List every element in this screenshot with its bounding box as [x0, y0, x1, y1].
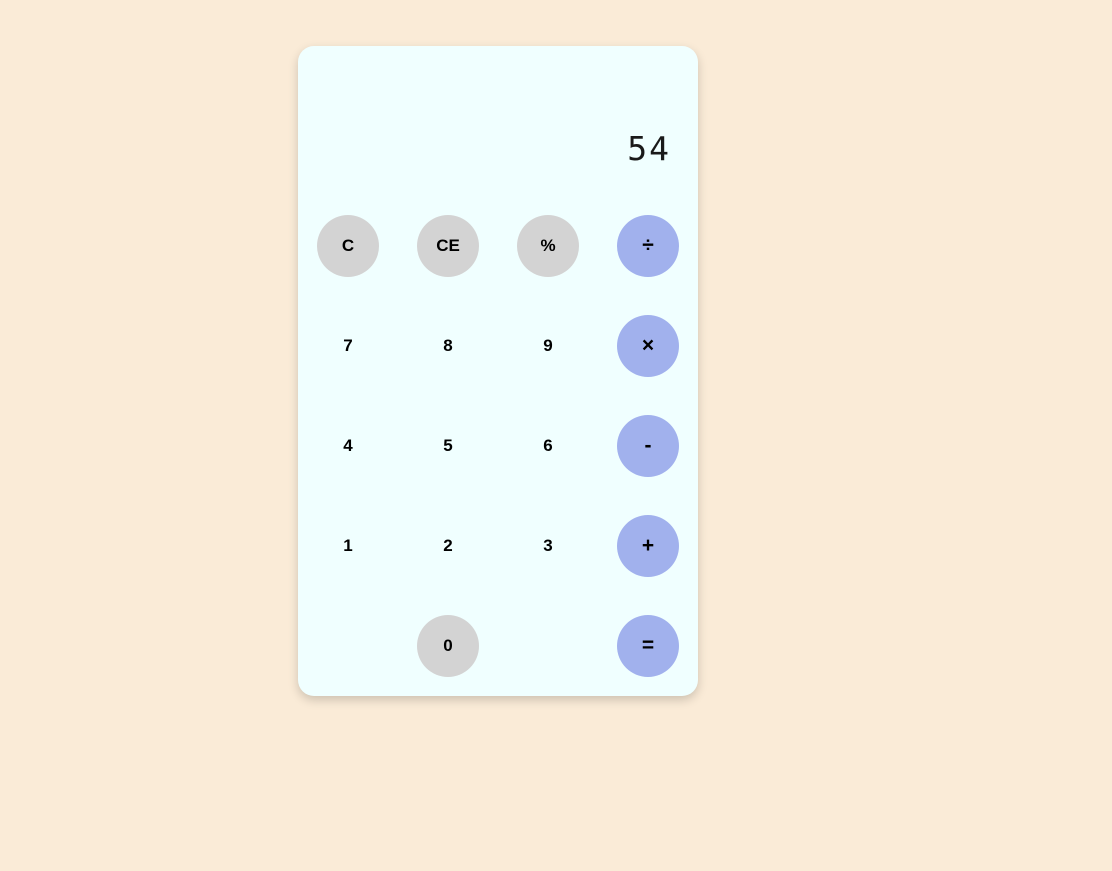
add-button[interactable]: +: [617, 515, 679, 577]
digit-8-button[interactable]: 8: [417, 315, 479, 377]
digit-7-button[interactable]: 7: [317, 315, 379, 377]
subtract-button[interactable]: -: [617, 415, 679, 477]
digit-9-button[interactable]: 9: [517, 315, 579, 377]
display: 54: [298, 46, 698, 196]
keypad: C CE % ÷ 7 8 9 × 4 5 6 - 1 2 3 + 0 =: [298, 196, 698, 696]
display-value: 54: [627, 129, 671, 168]
calculator: 54 C CE % ÷ 7 8 9 × 4 5 6 - 1 2 3 + 0 =: [298, 46, 698, 696]
clear-entry-button[interactable]: CE: [417, 215, 479, 277]
divide-button[interactable]: ÷: [617, 215, 679, 277]
multiply-button[interactable]: ×: [617, 315, 679, 377]
digit-5-button[interactable]: 5: [417, 415, 479, 477]
percent-button[interactable]: %: [517, 215, 579, 277]
digit-3-button[interactable]: 3: [517, 515, 579, 577]
digit-6-button[interactable]: 6: [517, 415, 579, 477]
equals-button[interactable]: =: [617, 615, 679, 677]
digit-0-button[interactable]: 0: [417, 615, 479, 677]
clear-button[interactable]: C: [317, 215, 379, 277]
digit-1-button[interactable]: 1: [317, 515, 379, 577]
digit-2-button[interactable]: 2: [417, 515, 479, 577]
digit-4-button[interactable]: 4: [317, 415, 379, 477]
